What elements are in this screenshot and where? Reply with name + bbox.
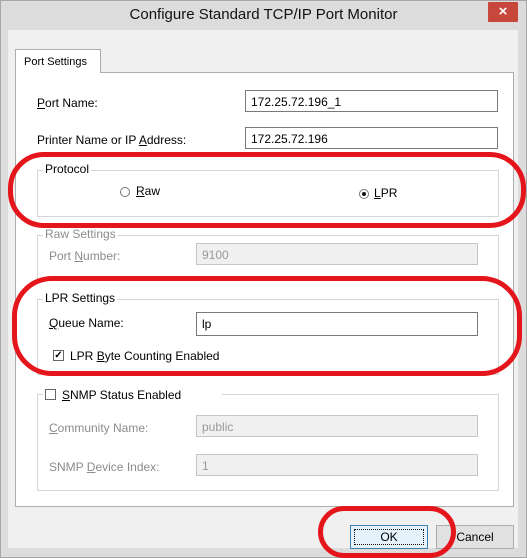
port-number-label: Port Number: [49, 249, 121, 263]
cancel-button-label: Cancel [456, 530, 494, 544]
printer-name-label: Printer Name or IP Address: [37, 133, 187, 147]
close-button[interactable]: × [488, 2, 518, 22]
raw-radio[interactable] [120, 187, 130, 197]
lpr-settings-group [37, 299, 499, 375]
device-index-input: 1 [196, 454, 478, 476]
protocol-group-title: Protocol [43, 162, 92, 176]
window-title: Configure Standard TCP/IP Port Monitor [129, 6, 398, 23]
focus-rectangle [354, 529, 424, 545]
queue-name-label: Queue Name: [49, 316, 124, 330]
lpr-radio[interactable] [359, 189, 369, 199]
lpr-byte-counting-checkbox[interactable]: ✓ [53, 350, 64, 361]
port-name-label-rest: ort Name: [45, 96, 98, 110]
snmp-status-label[interactable]: SNMP Status Enabled [62, 388, 181, 402]
port-number-input: 9100 [196, 243, 478, 265]
title-bar[interactable]: Configure Standard TCP/IP Port Monitor × [1, 1, 526, 31]
queue-name-input[interactable]: lp [196, 312, 478, 336]
lpr-radio-label[interactable]: LPR [374, 186, 397, 200]
device-index-label: SNMP Device Index: [49, 460, 160, 474]
community-name-input: public [196, 415, 478, 437]
snmp-group [37, 394, 499, 491]
snmp-status-checkbox[interactable] [45, 389, 56, 400]
protocol-group [37, 170, 499, 217]
lpr-settings-title: LPR Settings [43, 291, 118, 305]
ok-button[interactable]: OK [350, 525, 428, 549]
tab-port-settings[interactable]: Port Settings [15, 49, 101, 73]
lpr-byte-counting-label[interactable]: LPR Byte Counting Enabled [70, 349, 219, 363]
raw-settings-title: Raw Settings [43, 227, 118, 241]
close-icon: × [498, 3, 508, 20]
community-name-label: Community Name: [49, 421, 149, 435]
port-name-label: Port Name: [37, 96, 98, 110]
port-name-input[interactable]: 172.25.72.196_1 [245, 90, 498, 112]
printer-name-input[interactable]: 172.25.72.196 [245, 127, 498, 149]
raw-radio-label[interactable]: Raw [136, 184, 160, 198]
cancel-button[interactable]: Cancel [436, 525, 514, 549]
